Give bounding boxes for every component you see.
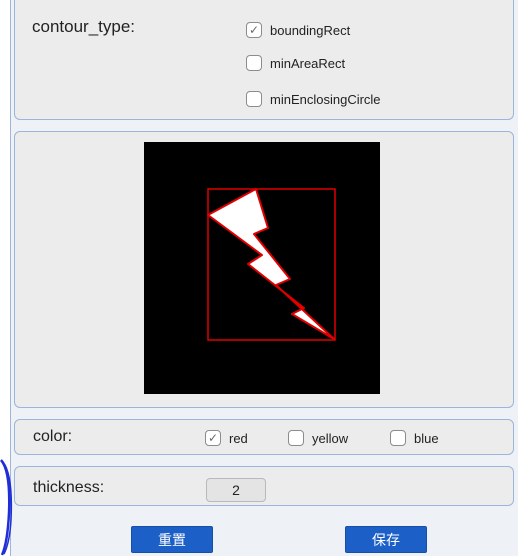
option-minenclosingcircle[interactable]: minEnclosingCircle bbox=[246, 91, 381, 107]
boundingrect-checkbox[interactable]: ✓ bbox=[246, 22, 262, 38]
preview-canvas bbox=[144, 142, 380, 394]
minarearect-label: minAreaRect bbox=[270, 55, 346, 71]
color-panel bbox=[14, 419, 514, 455]
yellow-checkbox[interactable] bbox=[288, 430, 304, 446]
red-checkbox[interactable]: ✓ bbox=[205, 430, 221, 446]
blue-pen-mark bbox=[0, 459, 13, 556]
color-label: color: bbox=[33, 428, 73, 445]
minenclosingcircle-label: minEnclosingCircle bbox=[270, 91, 381, 107]
red-label: red bbox=[229, 430, 248, 446]
option-yellow[interactable]: yellow bbox=[288, 430, 348, 446]
reset-button[interactable]: 重置 bbox=[131, 526, 213, 553]
save-button[interactable]: 保存 bbox=[345, 526, 427, 553]
lightning-bolt-shape bbox=[207, 188, 335, 340]
yellow-label: yellow bbox=[312, 430, 349, 446]
thickness-label: thickness: bbox=[33, 479, 105, 496]
blue-label: blue bbox=[414, 430, 439, 446]
contour-type-label: contour_type: bbox=[32, 17, 136, 36]
blue-checkbox[interactable] bbox=[390, 430, 406, 446]
option-blue[interactable]: blue bbox=[390, 430, 439, 446]
contour-preview-image bbox=[207, 188, 336, 341]
option-red[interactable]: ✓ red bbox=[205, 430, 248, 446]
thickness-input[interactable]: 2 bbox=[206, 478, 266, 502]
minarearect-checkbox[interactable] bbox=[246, 55, 262, 71]
option-boundingrect[interactable]: ✓ boundingRect bbox=[246, 22, 350, 38]
boundingrect-label: boundingRect bbox=[270, 22, 351, 38]
option-minarearect[interactable]: minAreaRect bbox=[246, 55, 345, 71]
minenclosingcircle-checkbox[interactable] bbox=[246, 91, 262, 107]
